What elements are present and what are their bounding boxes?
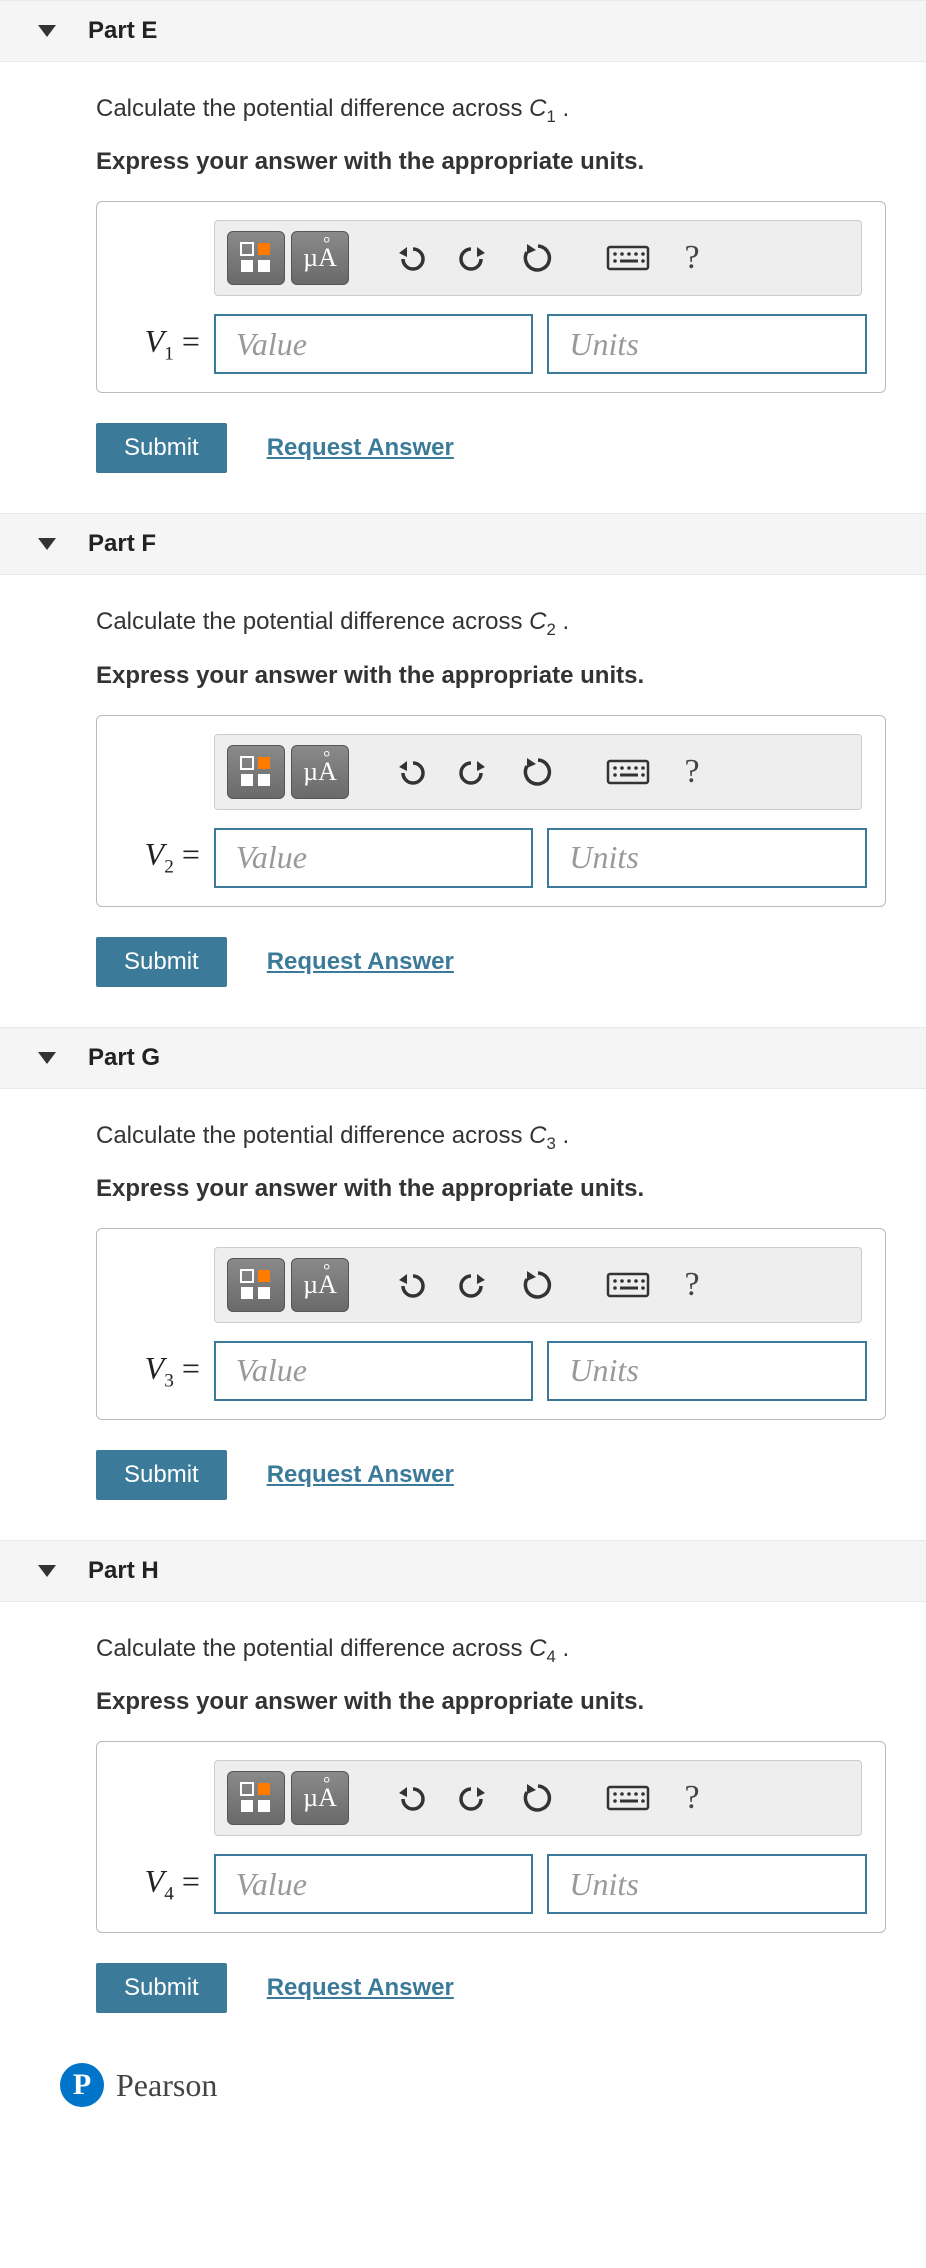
undo-icon[interactable] — [381, 1258, 439, 1312]
value-input[interactable]: Value — [214, 314, 534, 374]
units-button[interactable]: µA — [291, 1258, 349, 1312]
prompt-text: Calculate the potential difference acros… — [96, 92, 906, 128]
templates-icon[interactable] — [227, 745, 285, 799]
undo-icon[interactable] — [381, 745, 439, 799]
answer-box: µA ? V1 = Value Units — [96, 201, 886, 393]
variable-label: V1 = — [115, 323, 200, 365]
submit-button[interactable]: Submit — [96, 1450, 227, 1500]
part-header-e[interactable]: Part E — [0, 0, 926, 62]
answer-toolbar: µA ? — [214, 220, 862, 296]
instruction-text: Express your answer with the appropriate… — [96, 662, 906, 690]
reset-icon[interactable] — [509, 1258, 567, 1312]
part-header-g[interactable]: Part G — [0, 1027, 926, 1089]
collapse-caret-icon — [38, 25, 56, 37]
answer-toolbar: µA ? — [214, 1247, 862, 1323]
variable-label: V2 = — [115, 836, 200, 878]
answer-box: µA ? V4 = Value Units — [96, 1741, 886, 1933]
part-title: Part F — [88, 530, 156, 558]
part-body: Calculate the potential difference acros… — [0, 575, 926, 1016]
request-answer-link[interactable]: Request Answer — [267, 948, 454, 976]
units-button[interactable]: µA — [291, 745, 349, 799]
undo-icon[interactable] — [381, 231, 439, 285]
submit-button[interactable]: Submit — [96, 423, 227, 473]
help-icon[interactable]: ? — [663, 1258, 721, 1312]
collapse-caret-icon — [38, 1052, 56, 1064]
prompt-text: Calculate the potential difference acros… — [96, 605, 906, 641]
instruction-text: Express your answer with the appropriate… — [96, 1688, 906, 1716]
help-icon[interactable]: ? — [663, 231, 721, 285]
request-answer-link[interactable]: Request Answer — [267, 434, 454, 462]
request-answer-link[interactable]: Request Answer — [267, 1974, 454, 2002]
pearson-brand: Pearson — [116, 2067, 217, 2104]
value-input[interactable]: Value — [214, 1854, 534, 1914]
instruction-text: Express your answer with the appropriate… — [96, 1175, 906, 1203]
variable-label: V3 = — [115, 1350, 200, 1392]
part-title: Part G — [88, 1044, 160, 1072]
units-input[interactable]: Units — [547, 828, 867, 888]
keyboard-icon[interactable] — [599, 231, 657, 285]
templates-icon[interactable] — [227, 1258, 285, 1312]
units-button[interactable]: µA — [291, 1771, 349, 1825]
part-title: Part H — [88, 1557, 159, 1585]
redo-icon[interactable] — [445, 1771, 503, 1825]
pearson-logo-icon: P — [60, 2063, 104, 2107]
redo-icon[interactable] — [445, 231, 503, 285]
keyboard-icon[interactable] — [599, 1258, 657, 1312]
part-body: Calculate the potential difference acros… — [0, 1602, 926, 2043]
answer-box: µA ? V3 = Value Units — [96, 1228, 886, 1420]
keyboard-icon[interactable] — [599, 1771, 657, 1825]
submit-button[interactable]: Submit — [96, 937, 227, 987]
answer-toolbar: µA ? — [214, 734, 862, 810]
answer-box: µA ? V2 = Value Units — [96, 715, 886, 907]
keyboard-icon[interactable] — [599, 745, 657, 799]
request-answer-link[interactable]: Request Answer — [267, 1461, 454, 1489]
submit-button[interactable]: Submit — [96, 1963, 227, 2013]
units-input[interactable]: Units — [547, 1341, 867, 1401]
units-input[interactable]: Units — [547, 314, 867, 374]
redo-icon[interactable] — [445, 745, 503, 799]
part-body: Calculate the potential difference acros… — [0, 62, 926, 503]
prompt-text: Calculate the potential difference acros… — [96, 1119, 906, 1155]
redo-icon[interactable] — [445, 1258, 503, 1312]
variable-label: V4 = — [115, 1863, 200, 1905]
collapse-caret-icon — [38, 1565, 56, 1577]
value-input[interactable]: Value — [214, 828, 534, 888]
part-header-h[interactable]: Part H — [0, 1540, 926, 1602]
value-input[interactable]: Value — [214, 1341, 534, 1401]
part-title: Part E — [88, 17, 157, 45]
help-icon[interactable]: ? — [663, 1771, 721, 1825]
collapse-caret-icon — [38, 538, 56, 550]
templates-icon[interactable] — [227, 231, 285, 285]
templates-icon[interactable] — [227, 1771, 285, 1825]
instruction-text: Express your answer with the appropriate… — [96, 148, 906, 176]
prompt-text: Calculate the potential difference acros… — [96, 1632, 906, 1668]
reset-icon[interactable] — [509, 231, 567, 285]
footer: P Pearson — [0, 2053, 926, 2117]
help-icon[interactable]: ? — [663, 745, 721, 799]
reset-icon[interactable] — [509, 1771, 567, 1825]
units-input[interactable]: Units — [547, 1854, 867, 1914]
part-header-f[interactable]: Part F — [0, 513, 926, 575]
reset-icon[interactable] — [509, 745, 567, 799]
undo-icon[interactable] — [381, 1771, 439, 1825]
answer-toolbar: µA ? — [214, 1760, 862, 1836]
part-body: Calculate the potential difference acros… — [0, 1089, 926, 1530]
units-button[interactable]: µA — [291, 231, 349, 285]
